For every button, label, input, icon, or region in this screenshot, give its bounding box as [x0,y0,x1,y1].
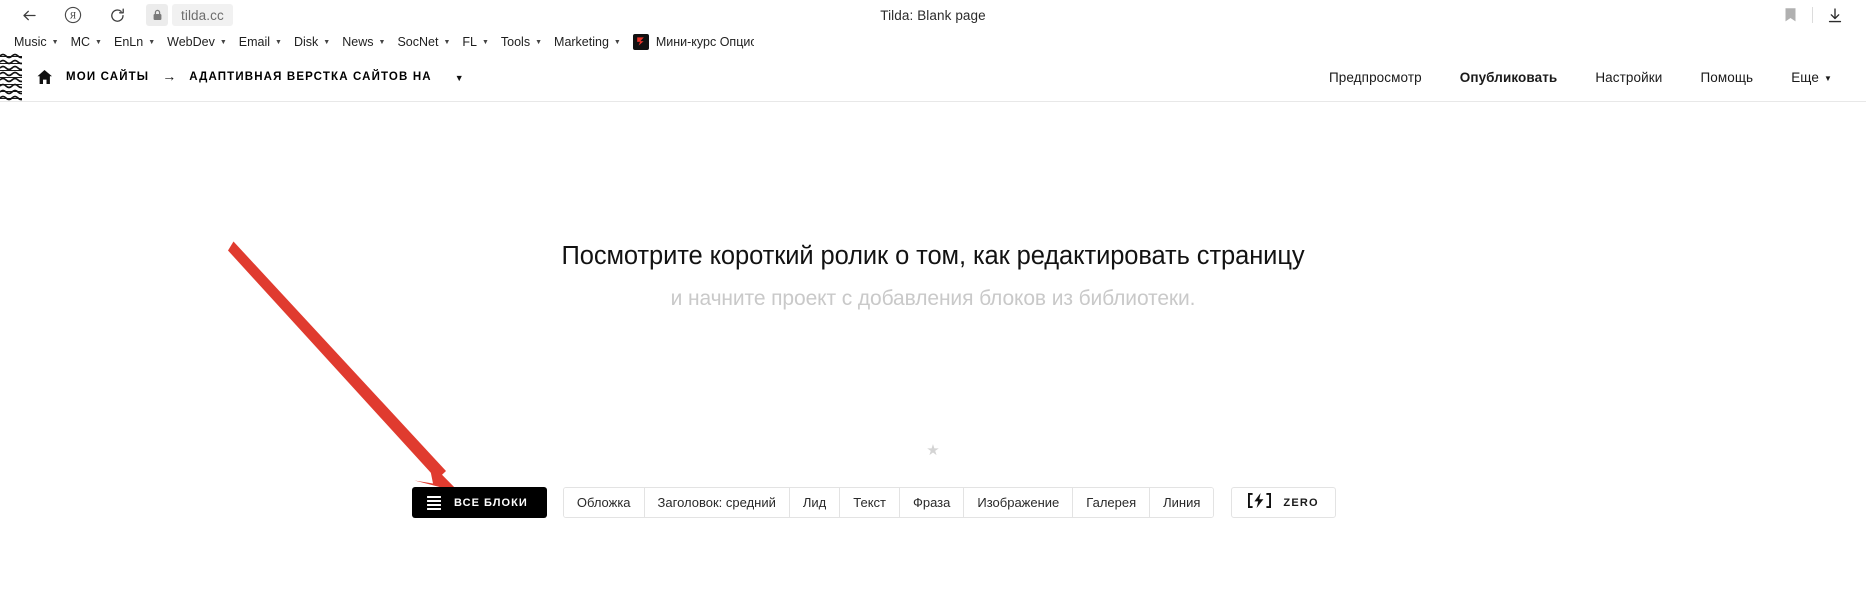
bookmark-label: MC [70,34,91,49]
bookmark-label: FL [462,34,477,49]
zero-block-label: ZERO [1283,496,1319,509]
bookmark-item[interactable]: News ▼ [336,32,391,52]
hero-subtitle: и начните проект с добавления блоков из … [670,287,1196,310]
hamburger-icon [427,495,441,510]
bookmark-label: Music [14,34,47,49]
zero-block-lightning-icon [1248,492,1272,513]
chip-image[interactable]: Изображение [964,488,1074,517]
chevron-down-icon[interactable]: ▼ [455,73,464,83]
bookmark-item[interactable]: Marketing ▼ [548,32,627,52]
tilda-nav: Предпросмотр Опубликовать Настройки Помо… [1329,70,1866,85]
bookmark-item[interactable]: Email ▼ [233,32,288,52]
bookmark-icon[interactable] [1773,0,1807,30]
nav-item-help[interactable]: Помощь [1700,70,1753,85]
svg-text:Я: Я [70,11,77,22]
chevron-down-icon: ▼ [219,39,227,46]
bookmark-label: Tools [500,34,531,49]
bookmark-label: WebDev [167,34,215,49]
bookmark-item[interactable]: Tools ▼ [495,32,548,52]
browser-navigation-bar: Я tilda.cc Tilda: Blank page [0,0,1866,30]
bookmark-item[interactable]: Music ▼ [8,32,65,52]
bookmark-label: SocNet [397,34,439,49]
browser-chrome: Я tilda.cc Tilda: Blank page Music ▼ MC … [0,0,1866,53]
chip-lead[interactable]: Лид [789,488,841,517]
home-icon[interactable] [36,69,53,85]
bookmark-item[interactable]: MC ▼ [65,32,108,52]
bookmark-label: EnLn [113,34,144,49]
breadcrumb: МОИ САЙТЫ → АДАПТИВНАЯ ВЕРСТКА САЙТОВ НА… [36,69,464,85]
bookmark-label: Disk [293,34,319,49]
empty-page-hero: Посмотрите короткий ролик о том, как ред… [0,242,1866,311]
bookmark-label: Мини-курс Опцио [655,34,754,49]
chevron-down-icon: ▼ [443,39,451,46]
toolbar-divider [1812,7,1813,23]
chip-phrase[interactable]: Фраза [899,488,965,517]
bookmark-label: Email [238,34,271,49]
chevron-down-icon: ▼ [481,39,489,46]
address-text[interactable]: tilda.cc [172,4,233,26]
bookmark-label: News [342,34,374,49]
hero-title: Посмотрите короткий ролик о том, как ред… [561,242,1305,270]
chevron-down-icon: ▼ [275,39,282,46]
chevron-down-icon: ▼ [323,39,331,46]
page-title: Tilda: Blank page [880,7,986,23]
bookmark-item[interactable]: WebDev ▼ [161,32,233,52]
bookmark-item[interactable]: SocNet ▼ [391,32,456,52]
bookmark-item[interactable]: Disk ▼ [288,32,336,52]
favicon-icon [632,33,649,50]
bookmark-item[interactable]: Мини-курс Опцио [627,32,760,52]
download-icon[interactable] [1818,0,1852,30]
all-blocks-button[interactable]: ВСЕ БЛОКИ [412,487,547,518]
all-blocks-label: ВСЕ БЛОКИ [454,496,528,509]
chevron-down-icon: ▼ [95,39,102,46]
chip-gallery[interactable]: Галерея [1073,488,1151,517]
nav-item-settings[interactable]: Настройки [1595,70,1662,85]
reload-icon[interactable] [102,0,132,30]
chip-line[interactable]: Линия [1150,488,1214,517]
yandex-profile-icon[interactable]: Я [58,0,88,30]
page-canvas: Посмотрите короткий ролик о том, как ред… [0,102,1866,597]
chevron-down-icon: ▼ [148,39,156,46]
star-icon: ★ [926,442,940,459]
bookmarks-bar: Music ▼ MC ▼ EnLn ▼ WebDev ▼ Email ▼ Disk ▼ Ne… [0,30,1866,53]
chevron-down-icon: ▼ [535,39,543,46]
chip-cover[interactable]: Обложка [563,488,645,517]
chevron-down-icon: ▼ [613,39,621,46]
chip-text[interactable]: Текст [840,488,900,517]
nav-item-more[interactable]: Еще ▼ [1791,70,1832,85]
address-bar[interactable]: tilda.cc [146,4,233,26]
quick-block-chips: Обложка Заголовок: средний Лид Текст Фра… [562,487,1215,518]
nav-item-preview[interactable]: Предпросмотр [1329,70,1422,85]
tilda-toolbar: МОИ САЙТЫ → АДАПТИВНАЯ ВЕРСТКА САЙТОВ НА… [0,53,1866,102]
chevron-down-icon: ▼ [1823,73,1832,83]
browser-right-controls [1773,0,1852,30]
breadcrumb-separator: → [162,68,177,84]
breadcrumb-root[interactable]: МОИ САЙТЫ [66,71,149,83]
zero-block-button[interactable]: ZERO [1231,487,1336,518]
zigzag-edge-decoration [0,53,22,102]
chevron-down-icon: ▼ [378,39,386,46]
block-toolbar: ВСЕ БЛОКИ Обложка Заголовок: средний Лид… [412,487,1336,518]
nav-item-publish[interactable]: Опубликовать [1460,70,1558,85]
bookmark-item[interactable]: EnLn ▼ [108,32,161,52]
lock-icon [146,4,168,26]
back-arrow-icon[interactable] [14,0,44,30]
chevron-down-icon: ▼ [51,39,59,46]
bookmark-label: Marketing [554,34,609,49]
chip-heading-medium[interactable]: Заголовок: средний [644,488,790,517]
nav-item-more-label: Еще [1791,69,1819,85]
breadcrumb-current[interactable]: АДАПТИВНАЯ ВЕРСТКА САЙТОВ НА [189,71,432,83]
bookmark-item[interactable]: FL ▼ [456,32,495,52]
